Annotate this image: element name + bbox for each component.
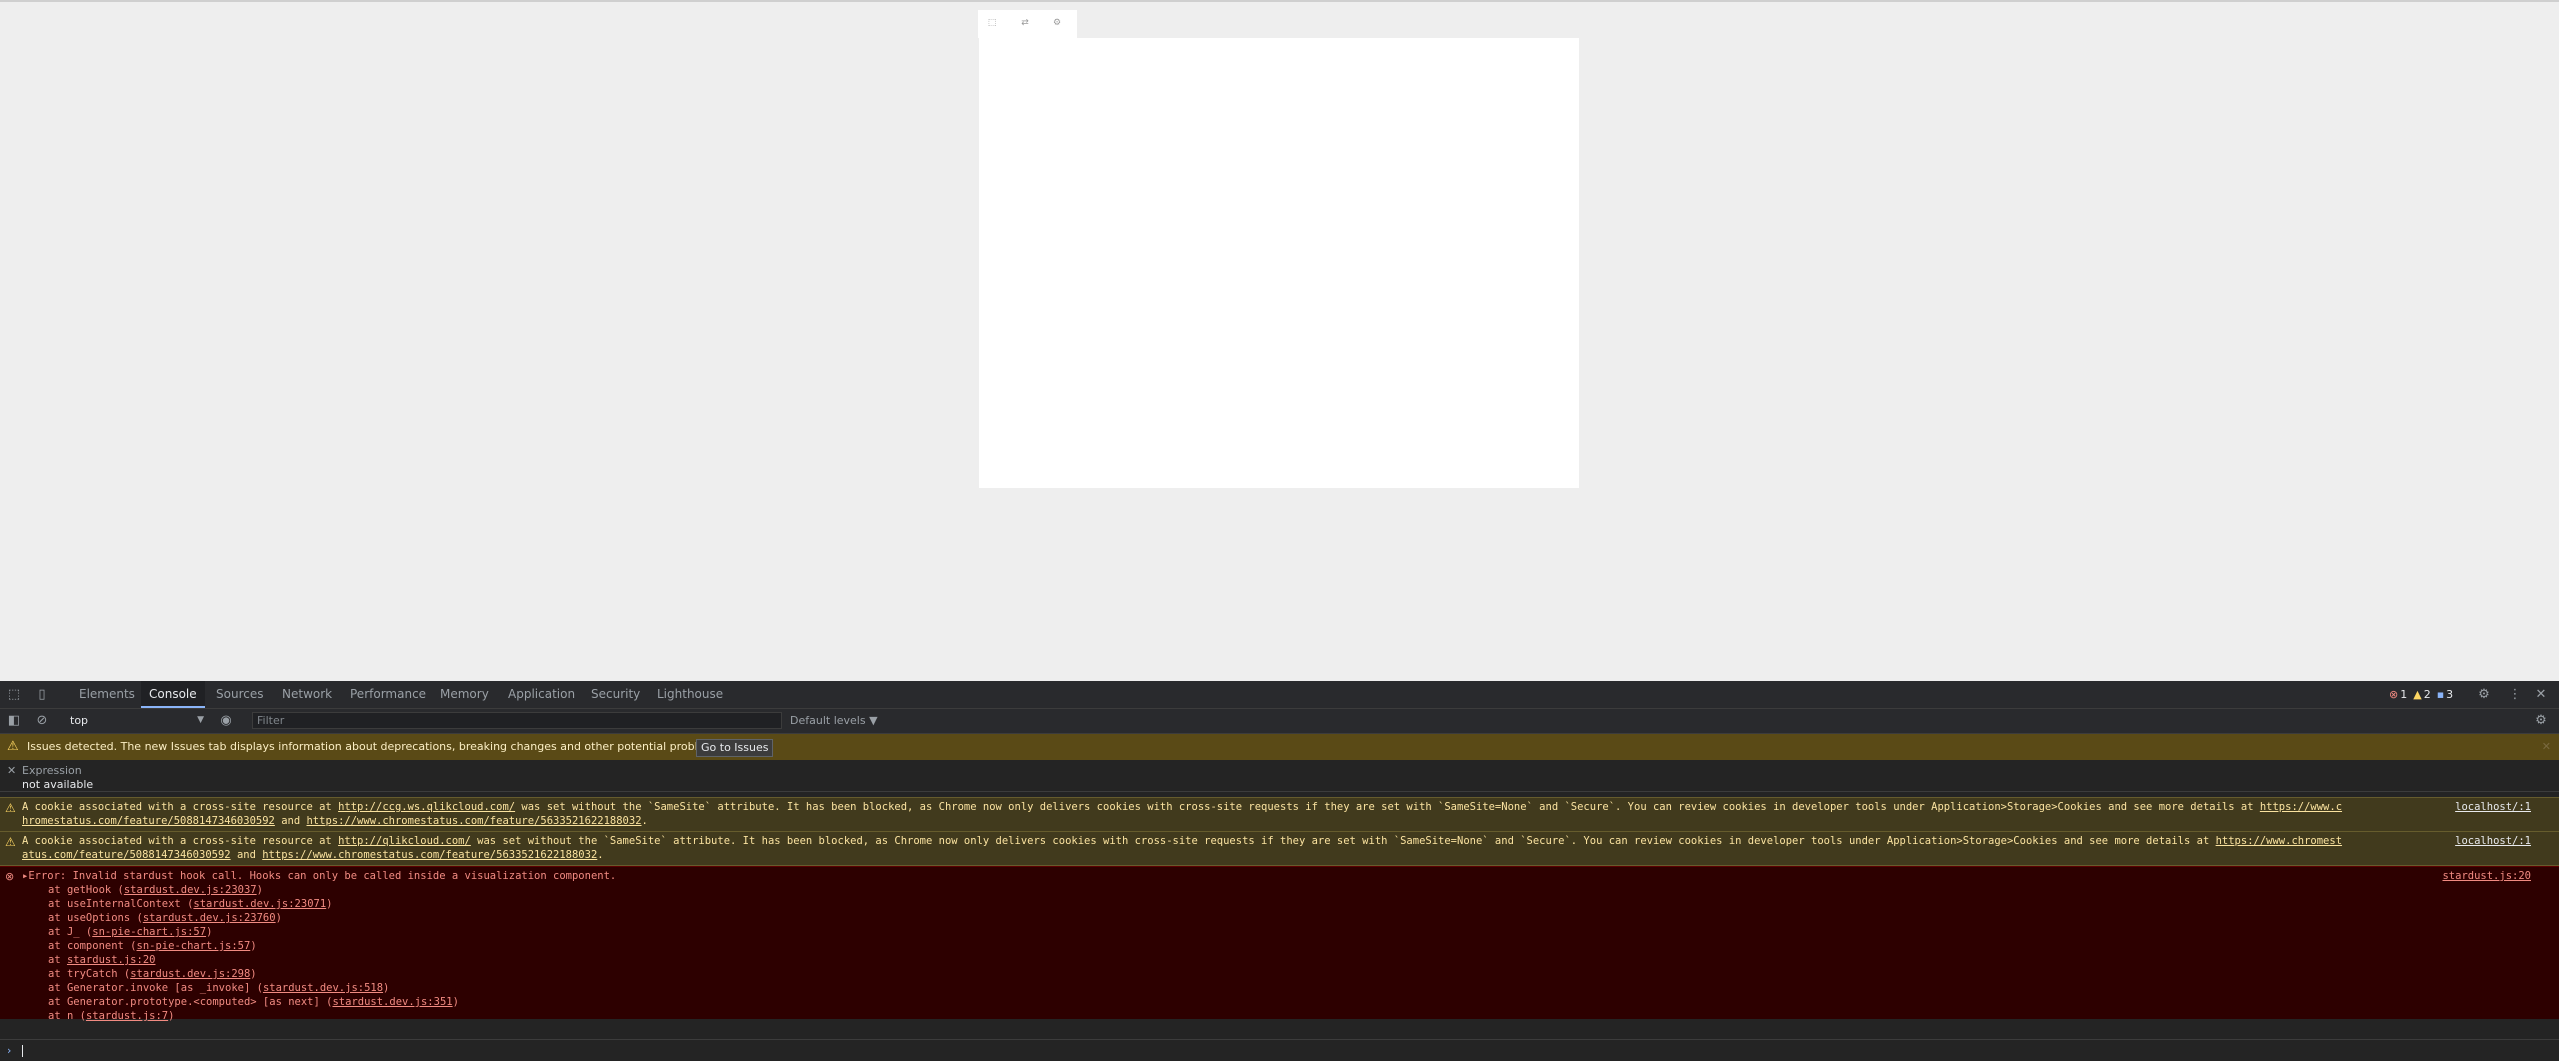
details-link[interactable]: https://www.chromestatus.com/feature/563…	[262, 849, 597, 861]
stack-link[interactable]: stardust.dev.js:351	[332, 996, 452, 1008]
prompt-chevron-icon: ›	[7, 1044, 12, 1057]
console-prompt[interactable]: ›	[0, 1039, 2559, 1061]
source-link[interactable]: localhost/:1	[2455, 801, 2531, 813]
stack-frame: at Generator.prototype.<computed> [as ne…	[48, 996, 459, 1008]
details-link[interactable]: https://www.chromestatus.com/feature/563…	[306, 815, 641, 827]
selection-icon[interactable]: ⬚	[984, 16, 1000, 30]
details-link[interactable]: atus.com/feature/5088147346030592	[22, 849, 231, 861]
stack-frame: at useInternalContext (stardust.dev.js:2…	[48, 898, 333, 910]
sidebar-toggle-icon[interactable]: ◧	[6, 713, 22, 729]
stack-frame: at tryCatch (stardust.dev.js:298)	[48, 968, 257, 980]
close-devtools-icon[interactable]: ✕	[2533, 687, 2549, 703]
error-icon: ⊗	[5, 870, 15, 883]
stack-link[interactable]: stardust.dev.js:23760	[143, 912, 276, 924]
log-levels-dropdown[interactable]: Default levels ▼	[790, 712, 878, 729]
source-link[interactable]: localhost/:1	[2455, 835, 2531, 847]
stack-frame: at Generator.invoke [as _invoke] (stardu…	[48, 982, 390, 994]
console-warning: ⚠ A cookie associated with a cross-site …	[0, 797, 2559, 832]
details-link[interactable]: https://www.chromest	[2216, 835, 2342, 847]
clear-console-icon[interactable]: ⊘	[34, 713, 50, 729]
stack-link[interactable]: stardust.js:7	[86, 1010, 168, 1022]
exploration-icon[interactable]: ⇄	[1017, 16, 1033, 30]
live-expression: ✕ Expression not available	[0, 761, 2559, 792]
chart-container	[979, 38, 1579, 488]
chart-toolbar: ⬚ ⇄ ⚙	[978, 10, 1077, 38]
source-link[interactable]: stardust.js:20	[2442, 870, 2531, 882]
expression-title: Expression	[22, 764, 82, 777]
details-link[interactable]: https://www.c	[2260, 801, 2342, 813]
console-filterbar: ◧ ⊘ top ▼ ◉ Default levels ▼ ⚙	[0, 709, 2559, 734]
tab-lighthouse[interactable]: Lighthouse	[649, 681, 731, 708]
tab-sources[interactable]: Sources	[208, 681, 271, 708]
issue-counts[interactable]: ⊗ 1 ▲ 2 ▪ 3	[2389, 681, 2453, 708]
tab-memory[interactable]: Memory	[432, 681, 497, 708]
details-link[interactable]: hromestatus.com/feature/5088147346030592	[22, 815, 275, 827]
warning-text-line2: atus.com/feature/5088147346030592 and ht…	[22, 849, 604, 861]
devtools-tabbar: ⬚ ▯ Elements Console Sources Network Per…	[0, 681, 2559, 709]
console-settings-icon[interactable]: ⚙	[2533, 713, 2549, 729]
console-error: ⊗ ▸Error: Invalid stardust hook call. Ho…	[0, 866, 2559, 1022]
stack-link[interactable]: stardust.dev.js:518	[263, 982, 383, 994]
stack-link[interactable]: stardust.dev.js:23037	[124, 884, 257, 896]
stack-frame: at useOptions (stardust.dev.js:23760)	[48, 912, 282, 924]
warning-icon: ⚠	[5, 801, 16, 815]
tab-performance[interactable]: Performance	[342, 681, 434, 708]
warning-icon: ⚠	[5, 835, 16, 849]
warning-icon: ⚠	[7, 739, 19, 754]
go-to-issues-button[interactable]: Go to Issues	[696, 739, 774, 757]
live-expression-eye-icon[interactable]: ◉	[218, 713, 234, 729]
context-select[interactable]: top ▼	[66, 712, 204, 729]
warning-count: 2	[2423, 688, 2431, 701]
context-value: top	[70, 714, 89, 727]
stack-link[interactable]: stardust.dev.js:23071	[193, 898, 326, 910]
tab-elements[interactable]: Elements	[71, 681, 143, 708]
warning-text-line1: A cookie associated with a cross-site re…	[22, 835, 2343, 847]
device-toolbar-icon[interactable]: ▯	[34, 687, 50, 703]
text-cursor	[22, 1045, 23, 1057]
close-banner-icon[interactable]: ✕	[2542, 734, 2551, 760]
stack-link[interactable]: sn-pie-chart.js:57	[92, 926, 206, 938]
tab-network[interactable]: Network	[274, 681, 340, 708]
info-count-icon: ▪	[2436, 688, 2445, 701]
resource-link[interactable]: http://ccg.ws.qlikcloud.com/	[338, 801, 515, 813]
chevron-down-icon: ▼	[197, 715, 204, 725]
stack-frame: at component (sn-pie-chart.js:57)	[48, 940, 257, 952]
info-count: 3	[2446, 688, 2454, 701]
error-count-icon: ⊗	[2389, 688, 2399, 701]
settings-icon[interactable]: ⚙	[1049, 16, 1065, 30]
devtools-panel: ⬚ ▯ Elements Console Sources Network Per…	[0, 681, 2559, 1061]
console-messages: ✕ Expression not available ⚠ A cookie as…	[0, 761, 2559, 1039]
error-count: 1	[2400, 688, 2408, 701]
stack-frame: at n (stardust.js:7)	[48, 1010, 175, 1022]
tab-security[interactable]: Security	[583, 681, 648, 708]
warning-text-line1: A cookie associated with a cross-site re…	[22, 801, 2343, 813]
resource-link[interactable]: http://qlikcloud.com/	[338, 835, 471, 847]
inspect-element-icon[interactable]: ⬚	[6, 687, 22, 703]
console-filter-input[interactable]	[252, 712, 782, 729]
tab-console[interactable]: Console	[141, 681, 205, 708]
remove-expression-icon[interactable]: ✕	[7, 764, 16, 777]
issues-message: Issues detected. The new Issues tab disp…	[27, 740, 725, 753]
error-message[interactable]: ▸Error: Invalid stardust hook call. Hook…	[22, 870, 616, 882]
stack-frame: at stardust.js:20	[48, 954, 156, 966]
tab-application[interactable]: Application	[500, 681, 583, 708]
stack-link[interactable]: stardust.js:20	[67, 954, 156, 966]
expression-value: not available	[22, 778, 94, 791]
stack-link[interactable]: stardust.dev.js:298	[130, 968, 250, 980]
stack-link[interactable]: sn-pie-chart.js:57	[137, 940, 251, 952]
warning-count-icon: ▲	[2413, 688, 2422, 701]
warning-text-line2: hromestatus.com/feature/5088147346030592…	[22, 815, 648, 827]
stack-frame: at getHook (stardust.dev.js:23037)	[48, 884, 263, 896]
stack-frame: at J_ (sn-pie-chart.js:57)	[48, 926, 213, 938]
settings-gear-icon[interactable]: ⚙	[2476, 687, 2492, 703]
page-viewport: ⬚ ⇄ ⚙	[0, 2, 2559, 681]
console-warning: ⚠ A cookie associated with a cross-site …	[0, 831, 2559, 866]
more-options-icon[interactable]: ⋮	[2507, 687, 2523, 703]
issues-banner: ⚠ Issues detected. The new Issues tab di…	[0, 734, 2559, 760]
